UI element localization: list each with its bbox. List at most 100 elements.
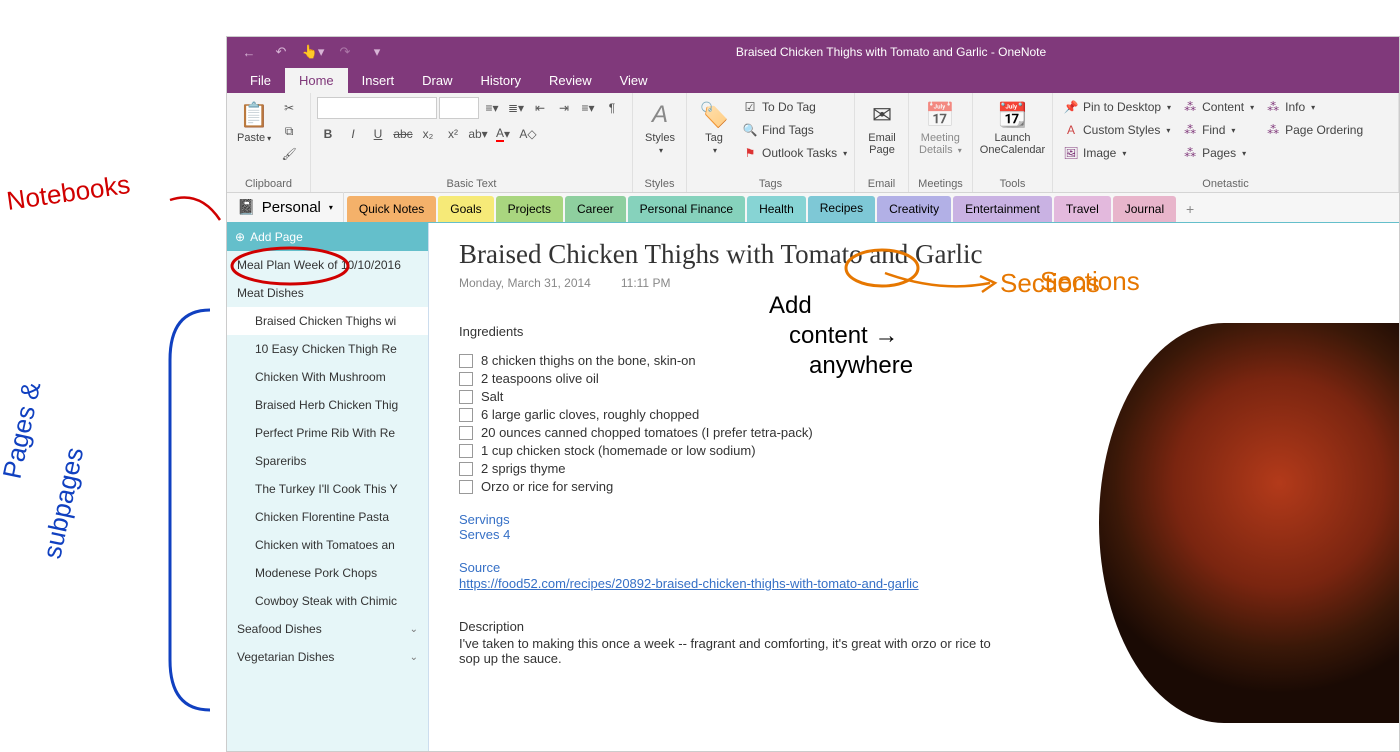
highlight-icon[interactable]: ab▾ [467, 123, 489, 145]
page-item[interactable]: Meal Plan Week of 10/10/2016 [227, 251, 428, 279]
custom-styles-button[interactable]: ACustom Styles▾ [1059, 120, 1175, 140]
find-tags-button[interactable]: 🔍Find Tags [738, 120, 851, 140]
align-icon[interactable]: ≡▾ [577, 97, 599, 119]
grapes-icon: ⁂ [1265, 99, 1281, 115]
section-tab-creativity[interactable]: Creativity [877, 196, 951, 222]
copy-icon[interactable]: ⧉ [278, 120, 300, 142]
grapes-icon: ⁂ [1265, 122, 1281, 138]
page-item[interactable]: Chicken Florentine Pasta [227, 503, 428, 531]
add-page-button[interactable]: ⊕Add Page [227, 223, 428, 251]
page-item[interactable]: Seafood Dishes⌄ [227, 615, 428, 643]
underline-icon[interactable]: U [367, 123, 389, 145]
pin-desktop-button[interactable]: 📌Pin to Desktop▾ [1059, 97, 1175, 117]
todo-tag-button[interactable]: ☑To Do Tag [738, 97, 851, 117]
page-item[interactable]: Spareribs [227, 447, 428, 475]
checkbox-icon[interactable] [459, 462, 473, 476]
back-icon[interactable]: ← [235, 40, 263, 64]
tab-file[interactable]: File [236, 68, 285, 93]
checkbox-icon[interactable] [459, 390, 473, 404]
touch-mode-icon[interactable]: 👆▾ [299, 40, 327, 64]
page-item[interactable]: Perfect Prime Rib With Re [227, 419, 428, 447]
section-tab-health[interactable]: Health [747, 196, 806, 222]
tab-draw[interactable]: Draw [408, 68, 466, 93]
font-family-select[interactable] [317, 97, 437, 119]
page-item[interactable]: Cowboy Steak with Chimic [227, 587, 428, 615]
page-item[interactable]: Braised Chicken Thighs wi [227, 307, 428, 335]
page-content[interactable]: Braised Chicken Thighs with Tomato and G… [429, 223, 1399, 751]
add-section-button[interactable]: + [1178, 196, 1202, 222]
tab-view[interactable]: View [606, 68, 662, 93]
section-tab-recipes[interactable]: Recipes [808, 196, 875, 222]
group-onetastic-label: Onetastic [1059, 178, 1392, 192]
group-email-label: Email [861, 178, 902, 192]
page-item[interactable]: Meat Dishes [227, 279, 428, 307]
superscript-icon[interactable]: x² [442, 123, 464, 145]
tag-button[interactable]: 🏷️Tag▾ [693, 97, 735, 158]
email-page-button[interactable]: ✉Email Page [861, 97, 903, 158]
styles-button[interactable]: AStyles▾ [639, 97, 681, 158]
group-styles-label: Styles [639, 178, 680, 192]
page-item[interactable]: The Turkey I'll Cook This Y [227, 475, 428, 503]
checkbox-icon[interactable] [459, 354, 473, 368]
section-tab-projects[interactable]: Projects [496, 196, 563, 222]
source-link[interactable]: https://food52.com/recipes/20892-braised… [459, 576, 919, 591]
group-meetings-label: Meetings [915, 178, 966, 192]
pages-button[interactable]: ⁂Pages▾ [1178, 143, 1258, 163]
clear-format-icon[interactable]: A◇ [517, 123, 539, 145]
section-tab-entertainment[interactable]: Entertainment [953, 196, 1052, 222]
page-ordering-button[interactable]: ⁂Page Ordering [1261, 120, 1367, 140]
styles2-icon: A [1063, 122, 1079, 138]
tab-insert[interactable]: Insert [348, 68, 409, 93]
section-tab-journal[interactable]: Journal [1113, 196, 1176, 222]
subscript-icon[interactable]: x₂ [417, 123, 439, 145]
grapes-icon: ⁂ [1182, 99, 1198, 115]
content-button[interactable]: ⁂Content▾ [1178, 97, 1258, 117]
page-item[interactable]: Chicken with Tomatoes an [227, 531, 428, 559]
pin-icon: 📌 [1063, 99, 1079, 115]
outdent-icon[interactable]: ⇤ [529, 97, 551, 119]
image-button[interactable]: 🖼Image▾ [1059, 143, 1175, 163]
paste-button[interactable]: 📋 Paste▾ [233, 97, 275, 146]
checkbox-icon[interactable] [459, 444, 473, 458]
info-button[interactable]: ⁂Info▾ [1261, 97, 1367, 117]
format-painter-icon[interactable]: 🖌 [278, 143, 300, 165]
group-tags-label: Tags [693, 178, 848, 192]
section-tab-quick-notes[interactable]: Quick Notes [347, 196, 436, 222]
font-color-icon[interactable]: A▾ [492, 123, 514, 145]
svg-text:Pages &: Pages & [0, 379, 46, 481]
meeting-details-button[interactable]: 📅Meeting Details ▾ [915, 97, 966, 158]
checkbox-icon[interactable] [459, 408, 473, 422]
section-tab-personal-finance[interactable]: Personal Finance [628, 196, 745, 222]
bold-icon[interactable]: B [317, 123, 339, 145]
section-tab-career[interactable]: Career [565, 196, 626, 222]
outlook-tasks-button[interactable]: ⚑Outlook Tasks▾ [738, 143, 851, 163]
notebook-dropdown[interactable]: 📓 Personal ▾ [227, 192, 344, 222]
section-tab-goals[interactable]: Goals [438, 196, 493, 222]
page-title[interactable]: Braised Chicken Thighs with Tomato and G… [459, 239, 1369, 270]
indent-icon[interactable]: ⇥ [553, 97, 575, 119]
italic-icon[interactable]: I [342, 123, 364, 145]
redo-icon[interactable]: ↷ [331, 40, 359, 64]
cut-icon[interactable]: ✂ [278, 97, 300, 119]
page-item[interactable]: 10 Easy Chicken Thigh Re [227, 335, 428, 363]
strike-icon[interactable]: abc [392, 123, 414, 145]
checkbox-icon[interactable] [459, 372, 473, 386]
launch-onecalendar-button[interactable]: 📆Launch OneCalendar [979, 97, 1046, 158]
qat-customize-icon[interactable]: ▾ [363, 40, 391, 64]
page-item[interactable]: Modenese Pork Chops [227, 559, 428, 587]
find-button[interactable]: ⁂Find▾ [1178, 120, 1258, 140]
numbering-icon[interactable]: ≣▾ [505, 97, 527, 119]
section-tab-travel[interactable]: Travel [1054, 196, 1111, 222]
bullets-icon[interactable]: ≡▾ [481, 97, 503, 119]
checkbox-icon[interactable] [459, 426, 473, 440]
page-item[interactable]: Vegetarian Dishes⌄ [227, 643, 428, 671]
tab-home[interactable]: Home [285, 68, 348, 93]
paragraph-icon[interactable]: ¶ [601, 97, 623, 119]
checkbox-icon[interactable] [459, 480, 473, 494]
page-item[interactable]: Chicken With Mushroom [227, 363, 428, 391]
undo-icon[interactable]: ↶ [267, 40, 295, 64]
tab-review[interactable]: Review [535, 68, 606, 93]
page-item[interactable]: Braised Herb Chicken Thig [227, 391, 428, 419]
tab-history[interactable]: History [467, 68, 535, 93]
font-size-select[interactable] [439, 97, 479, 119]
